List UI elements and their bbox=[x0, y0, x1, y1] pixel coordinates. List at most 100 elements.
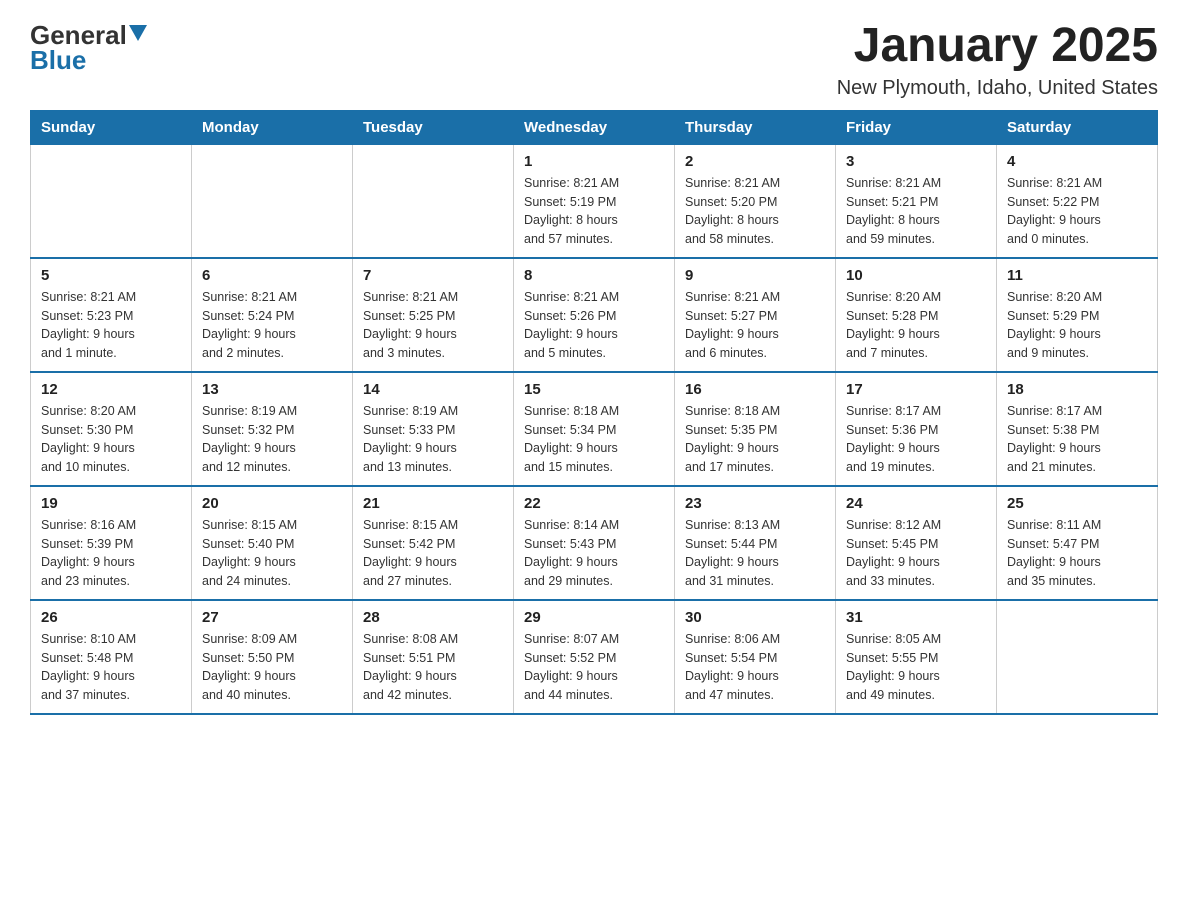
calendar-cell: 29 Sunrise: 8:07 AM Sunset: 5:52 PM Dayli… bbox=[514, 600, 675, 714]
day-info: Sunrise: 8:09 AM Sunset: 5:50 PM Dayligh… bbox=[202, 630, 342, 705]
calendar-cell: 20 Sunrise: 8:15 AM Sunset: 5:40 PM Dayli… bbox=[192, 486, 353, 600]
logo-blue-text: Blue bbox=[30, 47, 86, 73]
day-number: 19 bbox=[41, 495, 181, 512]
day-number: 15 bbox=[524, 381, 664, 398]
day-number: 29 bbox=[524, 609, 664, 626]
day-number: 6 bbox=[202, 267, 342, 284]
calendar-cell: 22 Sunrise: 8:14 AM Sunset: 5:43 PM Dayli… bbox=[514, 486, 675, 600]
calendar-cell: 7Sunrise: 8:21 AM Sunset: 5:25 PM Daylig… bbox=[353, 258, 514, 372]
day-number: 25 bbox=[1007, 495, 1147, 512]
day-number: 2 bbox=[685, 153, 825, 170]
day-info: Sunrise: 8:11 AM Sunset: 5:47 PM Dayligh… bbox=[1007, 516, 1147, 591]
calendar-body: 1 Sunrise: 8:21 AM Sunset: 5:19 PM Daylig… bbox=[31, 144, 1158, 714]
day-number: 1 bbox=[524, 153, 664, 170]
day-number: 5 bbox=[41, 267, 181, 284]
calendar-cell: 11Sunrise: 8:20 AM Sunset: 5:29 PM Dayli… bbox=[997, 258, 1158, 372]
calendar-header: SundayMondayTuesdayWednesdayThursdayFrid… bbox=[31, 110, 1158, 144]
calendar-cell: 27Sunrise: 8:09 AM Sunset: 5:50 PM Dayli… bbox=[192, 600, 353, 714]
calendar-cell: 10Sunrise: 8:20 AM Sunset: 5:28 PM Dayli… bbox=[836, 258, 997, 372]
day-number: 22 bbox=[524, 495, 664, 512]
week-row-4: 19Sunrise: 8:16 AM Sunset: 5:39 PM Dayli… bbox=[31, 486, 1158, 600]
calendar-cell bbox=[353, 144, 514, 258]
day-number: 18 bbox=[1007, 381, 1147, 398]
calendar-cell: 18 Sunrise: 8:17 AM Sunset: 5:38 PM Dayli… bbox=[997, 372, 1158, 486]
day-info: Sunrise: 8:21 AM Sunset: 5:26 PM Dayligh… bbox=[524, 288, 664, 363]
day-number: 30 bbox=[685, 609, 825, 626]
day-number: 13 bbox=[202, 381, 342, 398]
day-info: Sunrise: 8:05 AM Sunset: 5:55 PM Dayligh… bbox=[846, 630, 986, 705]
calendar-cell: 6Sunrise: 8:21 AM Sunset: 5:24 PM Daylig… bbox=[192, 258, 353, 372]
header-row: SundayMondayTuesdayWednesdayThursdayFrid… bbox=[31, 110, 1158, 144]
header-day-thursday: Thursday bbox=[675, 110, 836, 144]
day-info: Sunrise: 8:18 AM Sunset: 5:35 PM Dayligh… bbox=[685, 402, 825, 477]
calendar-title: January 2025 bbox=[837, 20, 1158, 73]
week-row-3: 12 Sunrise: 8:20 AM Sunset: 5:30 PM Dayli… bbox=[31, 372, 1158, 486]
calendar-cell: 13 Sunrise: 8:19 AM Sunset: 5:32 PM Dayli… bbox=[192, 372, 353, 486]
calendar-cell: 12 Sunrise: 8:20 AM Sunset: 5:30 PM Dayli… bbox=[31, 372, 192, 486]
calendar-cell: 25 Sunrise: 8:11 AM Sunset: 5:47 PM Dayli… bbox=[997, 486, 1158, 600]
day-number: 8 bbox=[524, 267, 664, 284]
day-info: Sunrise: 8:21 AM Sunset: 5:21 PM Dayligh… bbox=[846, 174, 986, 249]
day-number: 20 bbox=[202, 495, 342, 512]
day-info: Sunrise: 8:15 AM Sunset: 5:42 PM Dayligh… bbox=[363, 516, 503, 591]
calendar-cell: 23Sunrise: 8:13 AM Sunset: 5:44 PM Dayli… bbox=[675, 486, 836, 600]
day-info: Sunrise: 8:06 AM Sunset: 5:54 PM Dayligh… bbox=[685, 630, 825, 705]
day-info: Sunrise: 8:20 AM Sunset: 5:29 PM Dayligh… bbox=[1007, 288, 1147, 363]
calendar-cell: 24 Sunrise: 8:12 AM Sunset: 5:45 PM Dayli… bbox=[836, 486, 997, 600]
calendar-cell: 1 Sunrise: 8:21 AM Sunset: 5:19 PM Daylig… bbox=[514, 144, 675, 258]
logo-arrow-icon bbox=[129, 25, 147, 46]
page-header: General Blue January 2025 New Plymouth, … bbox=[30, 20, 1158, 100]
day-info: Sunrise: 8:12 AM Sunset: 5:45 PM Dayligh… bbox=[846, 516, 986, 591]
day-info: Sunrise: 8:19 AM Sunset: 5:32 PM Dayligh… bbox=[202, 402, 342, 477]
week-row-1: 1 Sunrise: 8:21 AM Sunset: 5:19 PM Daylig… bbox=[31, 144, 1158, 258]
calendar-cell: 9Sunrise: 8:21 AM Sunset: 5:27 PM Daylig… bbox=[675, 258, 836, 372]
day-info: Sunrise: 8:21 AM Sunset: 5:23 PM Dayligh… bbox=[41, 288, 181, 363]
day-info: Sunrise: 8:08 AM Sunset: 5:51 PM Dayligh… bbox=[363, 630, 503, 705]
header-day-tuesday: Tuesday bbox=[353, 110, 514, 144]
day-info: Sunrise: 8:21 AM Sunset: 5:27 PM Dayligh… bbox=[685, 288, 825, 363]
day-info: Sunrise: 8:20 AM Sunset: 5:28 PM Dayligh… bbox=[846, 288, 986, 363]
calendar-cell: 30 Sunrise: 8:06 AM Sunset: 5:54 PM Dayli… bbox=[675, 600, 836, 714]
day-info: Sunrise: 8:15 AM Sunset: 5:40 PM Dayligh… bbox=[202, 516, 342, 591]
calendar-cell: 2 Sunrise: 8:21 AM Sunset: 5:20 PM Daylig… bbox=[675, 144, 836, 258]
day-number: 14 bbox=[363, 381, 503, 398]
header-day-sunday: Sunday bbox=[31, 110, 192, 144]
header-day-wednesday: Wednesday bbox=[514, 110, 675, 144]
day-info: Sunrise: 8:18 AM Sunset: 5:34 PM Dayligh… bbox=[524, 402, 664, 477]
week-row-5: 26 Sunrise: 8:10 AM Sunset: 5:48 PM Dayli… bbox=[31, 600, 1158, 714]
calendar-cell: 3 Sunrise: 8:21 AM Sunset: 5:21 PM Daylig… bbox=[836, 144, 997, 258]
calendar-cell: 26 Sunrise: 8:10 AM Sunset: 5:48 PM Dayli… bbox=[31, 600, 192, 714]
day-number: 31 bbox=[846, 609, 986, 626]
calendar-cell: 4 Sunrise: 8:21 AM Sunset: 5:22 PM Daylig… bbox=[997, 144, 1158, 258]
day-info: Sunrise: 8:13 AM Sunset: 5:44 PM Dayligh… bbox=[685, 516, 825, 591]
day-number: 26 bbox=[41, 609, 181, 626]
day-number: 12 bbox=[41, 381, 181, 398]
day-number: 28 bbox=[363, 609, 503, 626]
calendar-cell: 19Sunrise: 8:16 AM Sunset: 5:39 PM Dayli… bbox=[31, 486, 192, 600]
header-day-monday: Monday bbox=[192, 110, 353, 144]
day-number: 17 bbox=[846, 381, 986, 398]
calendar-cell bbox=[31, 144, 192, 258]
day-number: 24 bbox=[846, 495, 986, 512]
day-info: Sunrise: 8:17 AM Sunset: 5:38 PM Dayligh… bbox=[1007, 402, 1147, 477]
day-info: Sunrise: 8:14 AM Sunset: 5:43 PM Dayligh… bbox=[524, 516, 664, 591]
day-number: 16 bbox=[685, 381, 825, 398]
day-number: 4 bbox=[1007, 153, 1147, 170]
day-info: Sunrise: 8:21 AM Sunset: 5:19 PM Dayligh… bbox=[524, 174, 664, 249]
day-info: Sunrise: 8:20 AM Sunset: 5:30 PM Dayligh… bbox=[41, 402, 181, 477]
title-area: January 2025 New Plymouth, Idaho, United… bbox=[837, 20, 1158, 100]
day-info: Sunrise: 8:10 AM Sunset: 5:48 PM Dayligh… bbox=[41, 630, 181, 705]
day-info: Sunrise: 8:07 AM Sunset: 5:52 PM Dayligh… bbox=[524, 630, 664, 705]
calendar-cell: 8 Sunrise: 8:21 AM Sunset: 5:26 PM Daylig… bbox=[514, 258, 675, 372]
day-info: Sunrise: 8:21 AM Sunset: 5:22 PM Dayligh… bbox=[1007, 174, 1147, 249]
calendar-cell: 5 Sunrise: 8:21 AM Sunset: 5:23 PM Daylig… bbox=[31, 258, 192, 372]
calendar-table: SundayMondayTuesdayWednesdayThursdayFrid… bbox=[30, 110, 1158, 715]
calendar-cell: 14 Sunrise: 8:19 AM Sunset: 5:33 PM Dayli… bbox=[353, 372, 514, 486]
day-info: Sunrise: 8:21 AM Sunset: 5:25 PM Dayligh… bbox=[363, 288, 503, 363]
day-number: 3 bbox=[846, 153, 986, 170]
day-info: Sunrise: 8:21 AM Sunset: 5:20 PM Dayligh… bbox=[685, 174, 825, 249]
calendar-subtitle: New Plymouth, Idaho, United States bbox=[837, 77, 1158, 100]
header-day-saturday: Saturday bbox=[997, 110, 1158, 144]
week-row-2: 5 Sunrise: 8:21 AM Sunset: 5:23 PM Daylig… bbox=[31, 258, 1158, 372]
day-info: Sunrise: 8:19 AM Sunset: 5:33 PM Dayligh… bbox=[363, 402, 503, 477]
